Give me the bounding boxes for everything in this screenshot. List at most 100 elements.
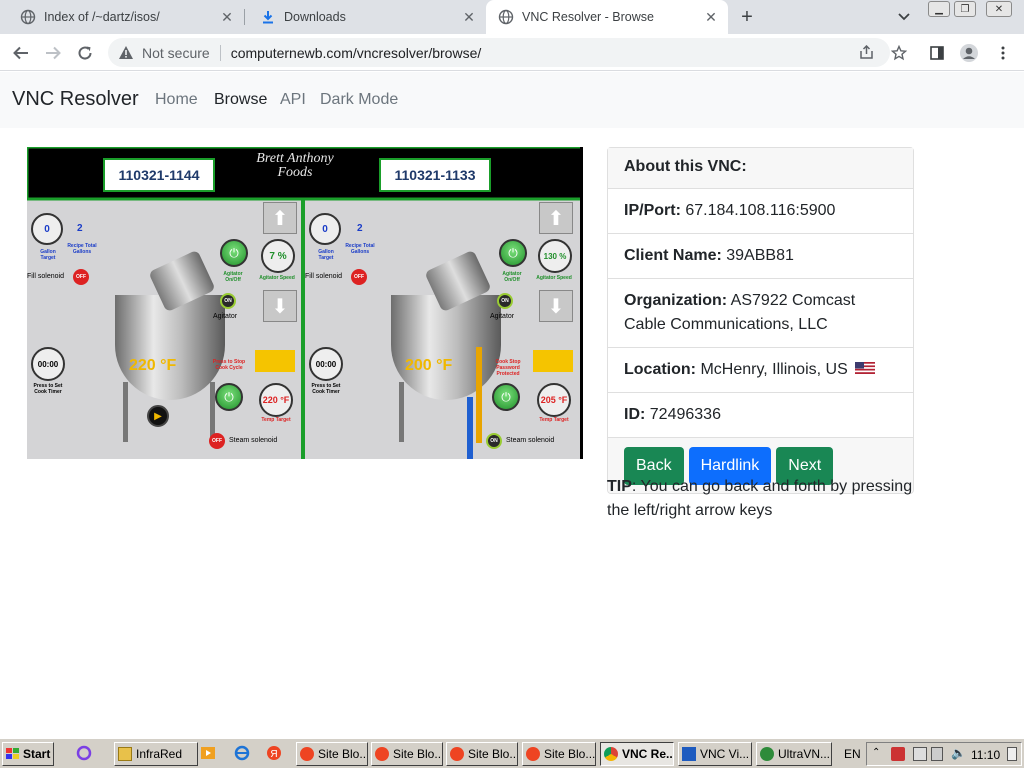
volume-icon[interactable]: 🔈: [951, 746, 966, 760]
left-temp-target-gauge[interactable]: 220 °F: [259, 383, 293, 417]
forward-arrow-icon[interactable]: [40, 40, 66, 66]
right-gallon-gauge: 0: [309, 213, 341, 245]
taskbar-item-infrared[interactable]: InfraRed: [114, 742, 198, 766]
right-cook-power-icon[interactable]: ⏻: [492, 383, 520, 411]
menu-dots-icon[interactable]: [990, 40, 1016, 66]
left-arrow-up-icon[interactable]: ⬆: [263, 202, 297, 234]
svg-text:Я: Я: [270, 749, 277, 760]
url-text[interactable]: computernewb.com/vncresolver/browse/: [231, 45, 482, 61]
tab-index-dartz[interactable]: Index of /~dartz/isos/ ✕: [0, 0, 244, 34]
minimize-button[interactable]: ▁: [928, 1, 950, 17]
maximize-button[interactable]: ❐: [954, 1, 976, 17]
taskbar-item-label: VNC Vi...: [700, 747, 750, 761]
right-steam-pipe: [476, 347, 482, 443]
nav-home[interactable]: Home: [155, 91, 198, 109]
taskbar-item-site-blo-2[interactable]: Site Blo...: [371, 742, 443, 766]
media-player-icon[interactable]: [200, 745, 216, 761]
left-recipe-total-label: Recipe Total Gallons: [67, 243, 97, 255]
left-stop-cook-label: Press to Stop Cook Cycle: [212, 359, 246, 371]
card-title: About this VNC:: [608, 148, 913, 189]
right-recipe-total-label: Recipe Total Gallons: [345, 243, 375, 255]
yandex-browser-icon: [375, 747, 389, 761]
close-icon[interactable]: ✕: [218, 8, 236, 26]
right-kettle-leg: [399, 382, 404, 442]
right-fill-solenoid-label: Fill solenoid: [305, 273, 342, 280]
taskbar-item-site-blo-4[interactable]: Site Blo...: [522, 742, 596, 766]
left-gallon-target: 0: [44, 223, 50, 235]
right-fill-indicator[interactable]: OFF: [351, 269, 367, 285]
right-arrow-up-icon[interactable]: ⬆: [539, 202, 573, 234]
tab-search-chevron-icon[interactable]: [894, 8, 914, 26]
brand-logo-text: Brett Anthony Foods: [256, 151, 334, 180]
right-temp-target-gauge[interactable]: 205 °F: [537, 383, 571, 417]
tab-title: VNC Resolver - Browse: [522, 10, 654, 24]
yandex-icon[interactable]: Я: [266, 745, 282, 761]
taskbar-item-label: UltraVN...: [778, 747, 831, 761]
close-window-button[interactable]: ✕: [986, 1, 1012, 17]
left-kettle: [115, 295, 225, 400]
right-steam-label: Steam solenoid: [506, 437, 555, 444]
about-card: About this VNC: IP/Port: 67.184.108.116:…: [607, 147, 914, 495]
left-agitator-speed: 7 %: [269, 250, 287, 262]
show-desktop-icon[interactable]: [1007, 747, 1017, 761]
reload-icon[interactable]: [72, 40, 98, 66]
new-tab-button[interactable]: +: [736, 6, 758, 28]
star-icon[interactable]: [888, 38, 910, 67]
site-brand[interactable]: VNC Resolver: [12, 88, 139, 111]
right-agitator-speed-gauge[interactable]: 130 %: [538, 239, 572, 273]
share-icon[interactable]: [855, 38, 877, 67]
assistant-icon[interactable]: [76, 745, 92, 761]
language-indicator[interactable]: EN: [844, 747, 861, 761]
taskbar-item-label: Site Blo...: [393, 747, 443, 761]
left-agitator-speed-gauge[interactable]: 7 %: [261, 239, 295, 273]
windows-logo-icon: [6, 748, 20, 760]
right-cook-timer-label: Press to Set Cook Timer: [311, 383, 341, 395]
nav-dark-mode[interactable]: Dark Mode: [320, 91, 398, 109]
tray-expand-icon[interactable]: ⌃: [872, 747, 880, 758]
tab-title: Index of /~dartz/isos/: [44, 10, 160, 24]
right-cook-timer-value: 00:00: [315, 359, 337, 369]
right-temp-target: 205 °F: [540, 395, 568, 405]
warning-icon[interactable]: [118, 45, 134, 61]
internet-explorer-icon[interactable]: [234, 745, 250, 761]
address-bar[interactable]: Not secure computernewb.com/vncresolver/…: [108, 38, 890, 67]
left-fill-solenoid-label: Fill solenoid: [27, 273, 64, 280]
tray-network-icon[interactable]: [913, 747, 927, 761]
ip-port-label: IP/Port:: [624, 202, 681, 219]
download-icon: [260, 9, 276, 25]
tray-security-icon[interactable]: [891, 747, 905, 761]
left-fill-indicator[interactable]: OFF: [73, 269, 89, 285]
tab-downloads[interactable]: Downloads ✕: [240, 0, 486, 34]
left-play-icon[interactable]: ▶: [147, 405, 169, 427]
taskbar-item-site-blo-3[interactable]: Site Blo...: [446, 742, 518, 766]
right-temperature: 200 °F: [405, 357, 453, 374]
left-arrow-down-icon[interactable]: ⬇: [263, 290, 297, 322]
start-button[interactable]: Start: [2, 742, 54, 766]
right-arrow-down-icon[interactable]: ⬇: [539, 290, 573, 322]
left-agitator-power-icon[interactable]: ⏻: [220, 239, 248, 267]
close-icon[interactable]: ✕: [460, 8, 478, 26]
taskbar-item-ultravnc[interactable]: UltraVN...: [756, 742, 832, 766]
left-cook-timer[interactable]: 00:00: [31, 347, 65, 381]
profile-avatar-icon[interactable]: [956, 40, 982, 66]
taskbar-item-vnc-viewer[interactable]: VNC Vi...: [678, 742, 752, 766]
right-water-pipe: [467, 397, 473, 459]
nav-browse[interactable]: Browse: [214, 91, 267, 109]
nav-api[interactable]: API: [280, 91, 306, 109]
left-cook-power-icon[interactable]: ⏻: [215, 383, 243, 411]
right-batch-id-box: 110321-1133: [379, 158, 491, 192]
right-batch-id: 110321-1133: [394, 167, 476, 183]
clock[interactable]: 11:10: [971, 748, 1000, 762]
tab-vnc-resolver[interactable]: VNC Resolver - Browse ✕: [486, 0, 728, 34]
taskbar-item-label: InfraRed: [136, 747, 183, 761]
close-icon[interactable]: ✕: [702, 8, 720, 26]
right-cook-timer[interactable]: 00:00: [309, 347, 343, 381]
right-agitator-power-icon[interactable]: ⏻: [499, 239, 527, 267]
yandex-browser-icon: [450, 747, 464, 761]
tray-device-icon[interactable]: [931, 747, 943, 761]
taskbar-item-site-blo-1[interactable]: Site Blo...: [296, 742, 368, 766]
side-panel-icon[interactable]: [924, 40, 950, 66]
taskbar-item-label: VNC Re...: [622, 747, 674, 761]
back-arrow-icon[interactable]: [8, 40, 34, 66]
taskbar-item-vnc-resolver[interactable]: VNC Re...: [600, 742, 674, 766]
